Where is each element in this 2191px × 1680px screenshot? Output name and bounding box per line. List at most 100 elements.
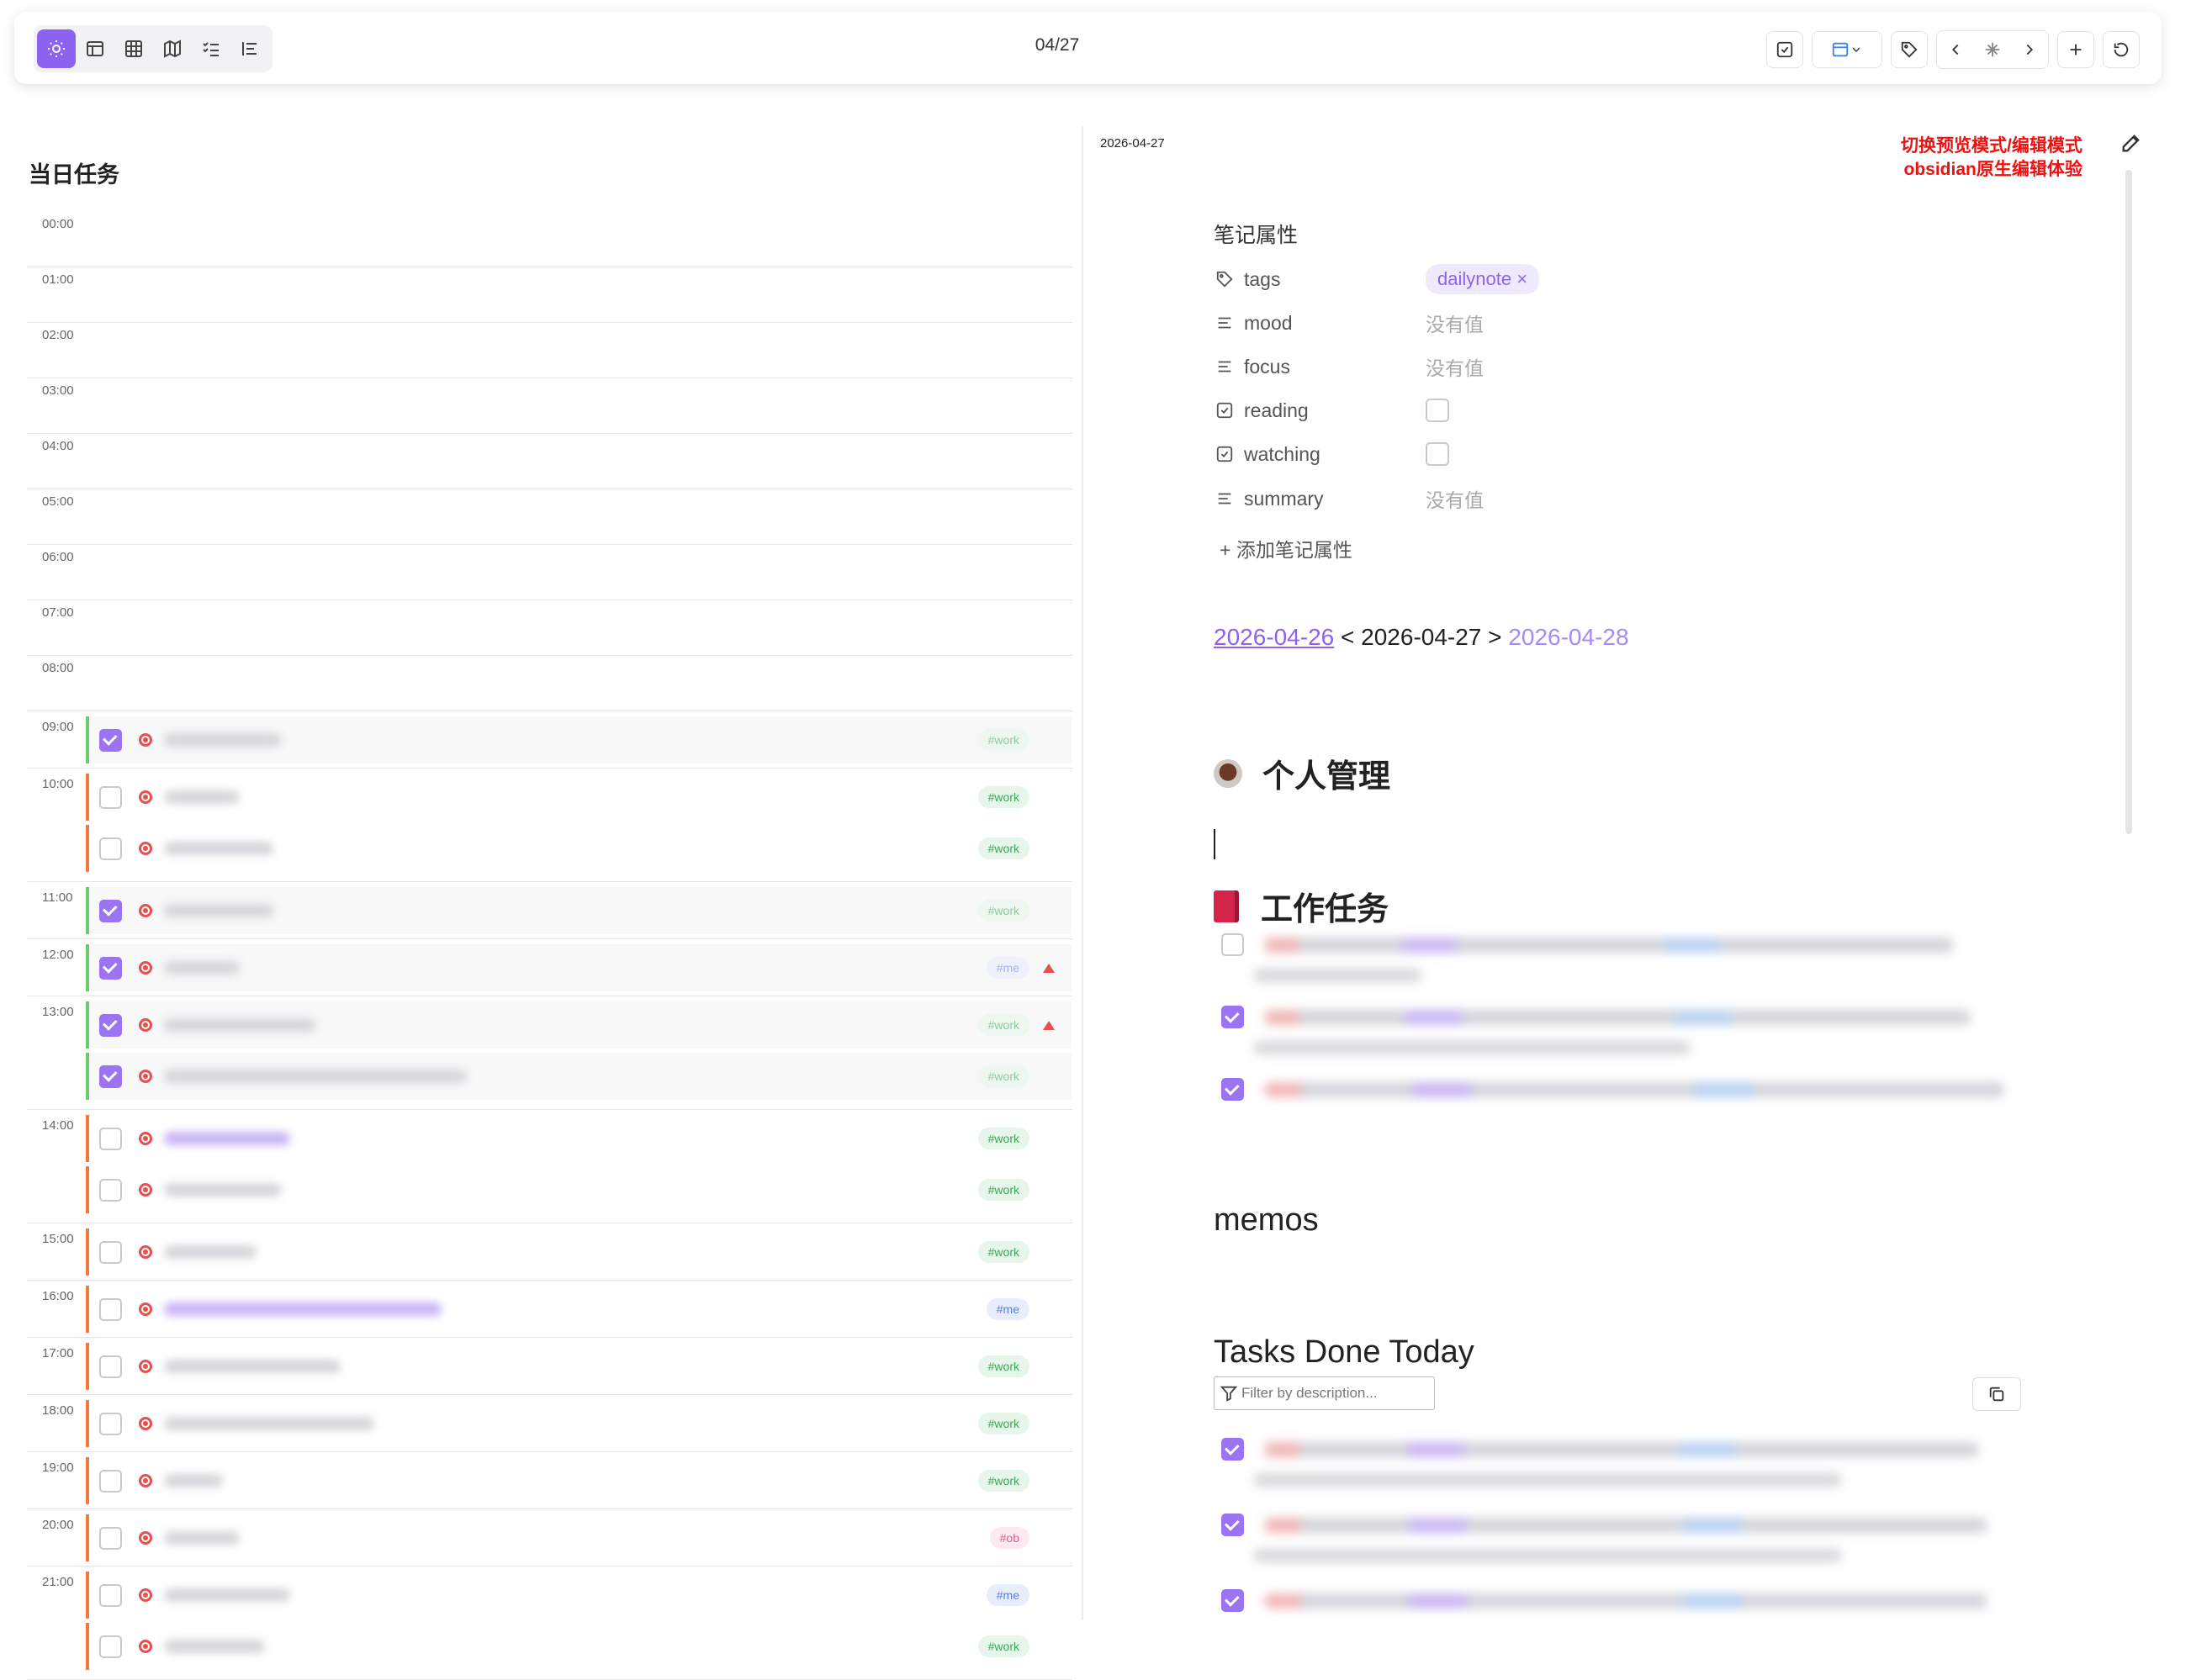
tag-pill[interactable]: dailynote × [1426,264,1540,294]
task-row[interactable]: #work [86,1001,1072,1049]
done-task-item[interactable] [1221,1514,1987,1536]
checkbox-icon[interactable] [1766,31,1803,68]
text-lines-icon [1214,312,1236,334]
task-tag[interactable]: #work [977,729,1029,751]
task-checkbox[interactable] [1221,1589,1244,1612]
reading-checkbox[interactable] [1426,399,1449,422]
calendar-upload-icon[interactable] [1812,31,1882,68]
chevron-right-icon[interactable] [2011,31,2048,68]
task-row[interactable]: #work [86,716,1072,763]
task-row[interactable]: #work [86,1457,1072,1504]
task-checkbox[interactable] [1221,1078,1244,1101]
task-checkbox[interactable] [99,956,122,980]
checklist-icon[interactable] [192,29,230,68]
task-row[interactable]: #work [86,1115,1072,1162]
prop-watching: watching [1214,437,1887,471]
task-row[interactable]: #work [86,1228,1072,1276]
task-tag[interactable]: #work [977,1241,1029,1263]
task-row[interactable]: #me [86,1572,1072,1619]
task-row[interactable]: #me [86,1286,1072,1333]
done-task-item[interactable] [1221,1589,1987,1612]
task-row[interactable]: #me [86,944,1072,991]
task-tag[interactable]: #me [986,1584,1029,1606]
next-date-link[interactable]: 2026-04-28 [1508,624,1628,650]
hour-row: 01:00 [27,267,1072,323]
task-tag[interactable]: #work [977,900,1029,922]
task-checkbox[interactable] [99,1127,122,1150]
task-tag[interactable]: #work [977,1128,1029,1149]
task-checkbox[interactable] [99,1583,122,1607]
task-checkbox[interactable] [1221,1514,1244,1536]
layout-icon[interactable] [76,29,114,68]
task-checkbox[interactable] [99,1297,122,1321]
task-row[interactable]: #work [86,1400,1072,1447]
task-tag[interactable]: #me [986,957,1029,979]
task-checkbox[interactable] [99,1412,122,1435]
target-icon [139,1417,152,1430]
tag-icon[interactable] [1891,31,1928,68]
note-task-item[interactable] [1221,1006,1971,1028]
task-tag[interactable]: #work [977,1413,1029,1434]
list-indent-icon[interactable] [230,29,269,68]
task-checkbox[interactable] [99,1013,122,1037]
sun-icon[interactable] [37,29,76,68]
task-checkbox[interactable] [99,1355,122,1378]
task-checkbox[interactable] [99,899,122,922]
task-row[interactable]: #work [86,1623,1072,1670]
note-task-item[interactable] [1221,1078,2004,1101]
summary-value[interactable]: 没有值 [1426,484,1484,513]
edit-mode-icon[interactable] [2120,131,2145,156]
task-checkbox[interactable] [1221,1438,1244,1461]
hour-row: 07:00 [27,600,1072,656]
task-checkbox[interactable] [99,785,122,809]
prev-date-link[interactable]: 2026-04-26 [1214,624,1334,650]
task-row[interactable]: #work [86,774,1072,821]
task-text-redacted [164,1018,315,1032]
watching-checkbox[interactable] [1426,442,1449,466]
task-checkbox[interactable] [99,1178,122,1202]
task-tag[interactable]: #me [986,1298,1029,1320]
task-tag[interactable]: #work [977,1635,1029,1657]
sparkle-icon[interactable] [1974,31,2011,68]
focus-value[interactable]: 没有值 [1426,352,1484,381]
task-tag[interactable]: #work [977,1065,1029,1087]
task-row[interactable]: #work [86,1343,1072,1390]
grid-icon[interactable] [114,29,153,68]
task-checkbox[interactable] [99,1240,122,1264]
task-checkbox[interactable] [99,728,122,752]
plus-icon[interactable] [2057,31,2094,68]
hour-label: 02:00 [42,328,74,342]
add-property-button[interactable]: + 添加笔记属性 [1220,534,1352,563]
task-checkbox[interactable] [1221,933,1244,956]
map-icon[interactable] [153,29,192,68]
remove-tag-icon[interactable]: × [1516,268,1527,289]
task-checkbox[interactable] [99,837,122,860]
task-checkbox[interactable] [99,1635,122,1658]
done-task-item[interactable] [1221,1438,1979,1461]
note-task-item[interactable] [1221,933,1954,956]
mood-value[interactable]: 没有值 [1426,309,1484,337]
task-tag[interactable]: #work [977,837,1029,859]
task-checkbox[interactable] [1221,1006,1244,1028]
task-tag[interactable]: #ob [989,1527,1029,1549]
target-icon [139,1588,152,1602]
chevron-left-icon[interactable] [1937,31,1974,68]
task-checkbox[interactable] [99,1065,122,1088]
task-tag[interactable]: #work [977,1470,1029,1492]
scrollbar[interactable] [2125,170,2132,834]
refresh-icon[interactable] [2103,31,2140,68]
task-row[interactable]: #work [86,887,1072,934]
task-tag[interactable]: #work [977,1179,1029,1201]
task-tag[interactable]: #work [977,1014,1029,1036]
task-row[interactable]: #work [86,1053,1072,1100]
task-row[interactable]: #ob [86,1514,1072,1561]
filter-input[interactable]: Filter by description... [1214,1376,1435,1410]
task-row[interactable]: #work [86,1166,1072,1213]
task-row[interactable]: #work [86,825,1072,872]
task-checkbox[interactable] [99,1469,122,1492]
task-tag[interactable]: #work [977,786,1029,808]
pane-divider[interactable] [1082,126,1083,1620]
task-checkbox[interactable] [99,1526,122,1550]
task-tag[interactable]: #work [977,1355,1029,1377]
copy-button[interactable] [1972,1377,2021,1411]
